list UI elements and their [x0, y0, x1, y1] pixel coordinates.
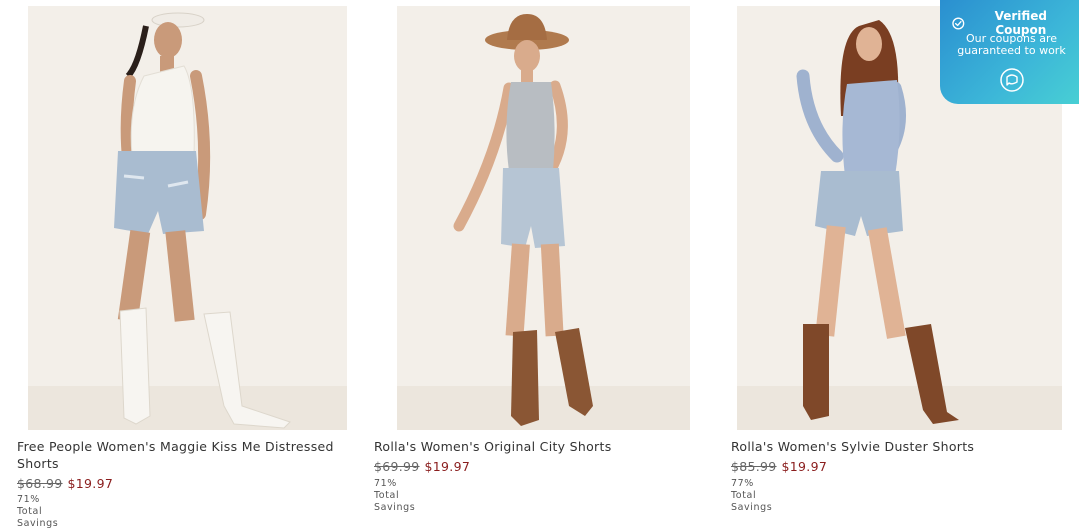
price-row: $68.99 $19.97	[17, 476, 113, 492]
chat-bubble-icon[interactable]	[1000, 68, 1024, 92]
sale-price: $19.97	[67, 476, 114, 491]
original-price: $68.99	[17, 476, 63, 491]
savings-label: 77% Total Savings	[731, 478, 773, 513]
original-price: $69.99	[374, 459, 420, 474]
model-photo	[28, 6, 347, 430]
savings-label: 71% Total Savings	[374, 478, 416, 513]
price-row: $69.99 $19.97	[374, 459, 470, 475]
savings-label: 71% Total Savings	[17, 494, 59, 529]
price-row: $85.99 $19.97	[731, 459, 827, 475]
check-circle-icon	[952, 16, 965, 30]
product-title[interactable]: Free People Women's Maggie Kiss Me Distr…	[17, 438, 337, 472]
product-title[interactable]: Rolla's Women's Original City Shorts	[374, 438, 694, 455]
model-photo	[397, 6, 690, 430]
coupon-subtitle: Our coupons are guaranteed to work	[957, 32, 1066, 57]
original-price: $85.99	[731, 459, 777, 474]
sale-price: $19.97	[781, 459, 828, 474]
product-title[interactable]: Rolla's Women's Sylvie Duster Shorts	[731, 438, 1051, 455]
verified-coupon-badge[interactable]: Verified Coupon Our coupons are guarante…	[940, 0, 1079, 104]
product-image[interactable]	[28, 6, 347, 430]
sale-price: $19.97	[424, 459, 471, 474]
product-image[interactable]	[397, 6, 690, 430]
product-grid: Free People Women's Maggie Kiss Me Distr…	[0, 0, 1079, 532]
